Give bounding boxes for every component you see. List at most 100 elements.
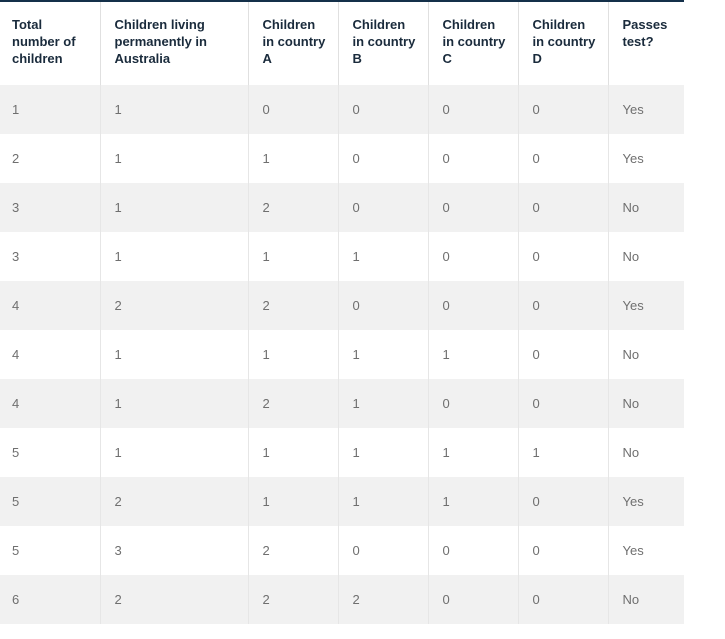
cell-country-c: 0 — [427, 183, 518, 232]
cell-country-b: 0 — [337, 183, 428, 232]
cell-country-b: 1 — [337, 330, 428, 379]
cell-country-c: 0 — [427, 85, 518, 134]
column-header-children-in-country-c: Children in country C — [427, 1, 518, 85]
table-row: 5 2 1 1 1 0 Yes — [0, 477, 684, 526]
table-header-row: Total number of children Children living… — [0, 1, 684, 85]
cell-passes: No — [607, 330, 684, 379]
cell-passes: Yes — [607, 477, 684, 526]
cell-country-b: 0 — [337, 526, 428, 575]
cell-permanent-au: 1 — [99, 330, 248, 379]
cell-country-a: 1 — [247, 232, 338, 281]
cell-country-b: 1 — [337, 379, 428, 428]
cell-permanent-au: 1 — [99, 232, 248, 281]
cell-country-d: 1 — [517, 428, 608, 477]
cell-country-c: 1 — [427, 330, 518, 379]
cell-country-d: 0 — [517, 379, 608, 428]
column-header-total-number-of-children: Total number of children — [0, 1, 100, 85]
cell-country-a: 1 — [247, 330, 338, 379]
cell-country-c: 0 — [427, 232, 518, 281]
cell-country-a: 1 — [247, 134, 338, 183]
cell-permanent-au: 2 — [99, 477, 248, 526]
cell-country-b: 0 — [337, 134, 428, 183]
table-row: 5 1 1 1 1 1 No — [0, 428, 684, 477]
cell-total: 5 — [12, 445, 20, 460]
table-container: Total number of children Children living… — [0, 0, 684, 624]
cell-country-d: 0 — [517, 85, 608, 134]
cell-permanent-au: 2 — [99, 281, 248, 330]
cell-country-a: 2 — [247, 379, 338, 428]
table-row: 1 1 0 0 0 0 Yes — [0, 85, 684, 134]
column-header-passes-test: Passes test? — [607, 1, 684, 85]
cell-country-d: 0 — [517, 183, 608, 232]
cell-total: 1 — [12, 102, 20, 117]
cell-country-c: 0 — [427, 526, 518, 575]
cell-country-a: 1 — [247, 428, 338, 477]
cell-total: 3 — [12, 200, 20, 215]
table-body: 1 1 0 0 0 0 Yes 2 1 1 0 0 0 Yes 3 1 2 0 … — [0, 85, 684, 624]
cell-total: 4 — [12, 347, 20, 362]
cell-permanent-au: 2 — [99, 575, 248, 624]
cell-total: 5 — [12, 494, 20, 509]
cell-passes: No — [607, 232, 684, 281]
cell-country-d: 0 — [517, 477, 608, 526]
table-row: 4 1 2 1 0 0 No — [0, 379, 684, 428]
cell-country-b: 1 — [337, 477, 428, 526]
cell-country-d: 0 — [517, 281, 608, 330]
cell-country-c: 1 — [427, 428, 518, 477]
cell-permanent-au: 3 — [99, 526, 248, 575]
cell-total: 6 — [12, 592, 20, 607]
table-row: 6 2 2 2 0 0 No — [0, 575, 684, 624]
cell-passes: Yes — [607, 85, 684, 134]
table-row: 5 3 2 0 0 0 Yes — [0, 526, 684, 575]
cell-country-a: 2 — [247, 526, 338, 575]
cell-total: 3 — [12, 249, 20, 264]
cell-passes: No — [607, 428, 684, 477]
cell-total: 4 — [12, 298, 20, 313]
table-row: 2 1 1 0 0 0 Yes — [0, 134, 684, 183]
table-row: 3 1 1 1 0 0 No — [0, 232, 684, 281]
cell-permanent-au: 1 — [99, 379, 248, 428]
cell-country-c: 0 — [427, 575, 518, 624]
children-residency-table: Total number of children Children living… — [0, 0, 684, 624]
cell-country-d: 0 — [517, 330, 608, 379]
cell-country-c: 0 — [427, 281, 518, 330]
cell-passes: No — [607, 379, 684, 428]
cell-country-d: 0 — [517, 526, 608, 575]
cell-total: 5 — [12, 543, 20, 558]
cell-permanent-au: 1 — [99, 428, 248, 477]
cell-country-b: 2 — [337, 575, 428, 624]
cell-country-c: 1 — [427, 477, 518, 526]
cell-passes: No — [607, 183, 684, 232]
column-header-children-in-country-d: Children in country D — [517, 1, 608, 85]
cell-country-c: 0 — [427, 379, 518, 428]
cell-country-a: 2 — [247, 183, 338, 232]
table-row: 4 2 2 0 0 0 Yes — [0, 281, 684, 330]
cell-country-b: 0 — [337, 281, 428, 330]
column-header-children-in-country-a: Children in country A — [247, 1, 338, 85]
cell-country-b: 0 — [337, 85, 428, 134]
cell-country-c: 0 — [427, 134, 518, 183]
cell-country-a: 1 — [247, 477, 338, 526]
cell-passes: No — [607, 575, 684, 624]
cell-passes: Yes — [607, 281, 684, 330]
cell-country-a: 0 — [247, 85, 338, 134]
cell-total: 4 — [12, 396, 20, 411]
cell-passes: Yes — [607, 526, 684, 575]
cell-country-d: 0 — [517, 575, 608, 624]
cell-permanent-au: 1 — [99, 183, 248, 232]
table-row: 4 1 1 1 1 0 No — [0, 330, 684, 379]
column-header-children-living-permanently-in-australia: Children living permanently in Australia — [99, 1, 248, 85]
cell-total: 2 — [12, 151, 20, 166]
cell-country-a: 2 — [247, 575, 338, 624]
cell-permanent-au: 1 — [99, 134, 248, 183]
table-header: Total number of children Children living… — [0, 1, 684, 85]
cell-permanent-au: 1 — [99, 85, 248, 134]
cell-passes: Yes — [607, 134, 684, 183]
cell-country-b: 1 — [337, 428, 428, 477]
cell-country-a: 2 — [247, 281, 338, 330]
column-header-children-in-country-b: Children in country B — [337, 1, 428, 85]
cell-country-d: 0 — [517, 134, 608, 183]
cell-country-d: 0 — [517, 232, 608, 281]
cell-country-b: 1 — [337, 232, 428, 281]
table-row: 3 1 2 0 0 0 No — [0, 183, 684, 232]
